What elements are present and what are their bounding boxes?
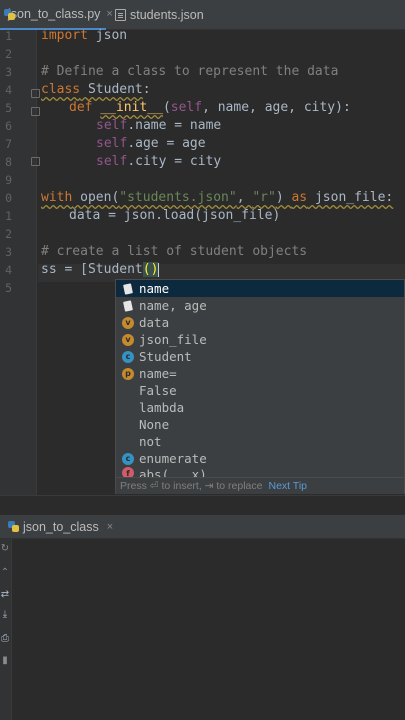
editor-tabs: json_to_class.py × students.json xyxy=(0,0,405,30)
code-line: class Student: xyxy=(41,82,151,97)
rerun-icon[interactable]: ↻ xyxy=(0,543,10,555)
completion-item[interactable]: None xyxy=(116,416,404,433)
class-icon: c xyxy=(122,452,134,465)
line-number: 7 xyxy=(5,137,12,151)
run-tab-label: json_to_class xyxy=(23,519,99,534)
completion-item[interactable]: f abs(...x) xyxy=(116,467,404,477)
line-number: 0 xyxy=(5,191,12,205)
completion-item[interactable]: p name= xyxy=(116,365,404,382)
close-run-tab-icon[interactable]: × xyxy=(107,521,113,533)
trash-icon[interactable]: ▮ xyxy=(0,655,10,667)
run-output-panel: ↻ ⌃ ⇄ ⤓ ⎙ ▮ xyxy=(0,539,405,720)
completion-item[interactable]: v data xyxy=(116,314,404,331)
line-number: 8 xyxy=(5,155,12,169)
code-line: def __init__(self, name, age, city): xyxy=(69,100,351,115)
completion-item[interactable]: name, age xyxy=(116,297,404,314)
run-toolbar: ↻ ⌃ ⇄ ⤓ ⎙ ▮ xyxy=(0,539,12,720)
line-number: 2 xyxy=(5,227,12,241)
completion-item[interactable]: False xyxy=(116,382,404,399)
line-number: 2 xyxy=(5,47,12,61)
completion-item[interactable]: lambda xyxy=(116,399,404,416)
code-line: self.city = city xyxy=(96,154,222,169)
parameter-icon: p xyxy=(122,367,134,380)
line-number: 3 xyxy=(5,245,12,259)
completion-item[interactable]: name xyxy=(116,280,404,297)
tab-label: students.json xyxy=(130,8,204,22)
python-run-icon xyxy=(8,521,19,532)
fold-marker-icon[interactable] xyxy=(31,107,40,116)
line-gutter: 1 2 3 4 5 6 7 8 9 0 1 2 3 4 5 xyxy=(0,29,40,495)
panel-divider[interactable] xyxy=(0,495,405,515)
json-file-icon xyxy=(115,9,126,21)
soft-wrap-icon[interactable]: ⇄ xyxy=(0,589,10,601)
parameter-info-icon xyxy=(122,283,134,295)
code-line: self.age = age xyxy=(96,136,206,151)
line-number: 4 xyxy=(5,263,12,277)
line-number: 6 xyxy=(5,119,12,133)
tab-label: json_to_class.py xyxy=(8,7,101,21)
completion-item[interactable]: not xyxy=(116,433,404,450)
code-line: with open("students.json", "r") as json_… xyxy=(41,190,394,205)
line-number: 1 xyxy=(5,29,12,43)
code-line: import json xyxy=(41,28,128,43)
stop-icon[interactable]: ⌃ xyxy=(0,567,10,579)
function-icon: f xyxy=(122,467,134,477)
run-tab[interactable]: json_to_class × xyxy=(0,515,405,539)
scroll-to-end-icon[interactable]: ⤓ xyxy=(0,609,10,621)
code-comment: # create a list of student objects xyxy=(41,244,308,259)
code-line-active: ss = [Student() xyxy=(41,262,160,277)
code-comment: # Define a class to represent the data xyxy=(41,64,339,79)
fold-marker-icon[interactable] xyxy=(31,89,40,98)
code-line: self.name = name xyxy=(96,118,222,133)
completion-item[interactable]: v json_file xyxy=(116,331,404,348)
line-number: 4 xyxy=(5,83,12,97)
next-tip-link[interactable]: Next Tip xyxy=(268,480,307,492)
completion-footer: Press ⏎ to insert, ⇥ to replace Next Tip xyxy=(116,477,404,494)
line-number: 5 xyxy=(5,281,12,295)
variable-icon: v xyxy=(122,316,134,329)
line-number: 5 xyxy=(5,101,12,115)
tab-students-json[interactable]: students.json xyxy=(112,0,232,30)
text-caret xyxy=(158,262,160,277)
code-line: data = json.load(json_file) xyxy=(69,208,281,223)
tab-json-to-class[interactable]: json_to_class.py × xyxy=(0,0,113,30)
line-number: 1 xyxy=(5,209,12,223)
completion-item[interactable]: c enumerate xyxy=(116,450,404,467)
parameter-info-icon xyxy=(122,300,134,312)
variable-icon: v xyxy=(122,333,134,346)
completion-item[interactable]: c Student xyxy=(116,348,404,365)
line-number: 9 xyxy=(5,173,12,187)
fold-marker-icon[interactable] xyxy=(31,157,40,166)
completion-popup[interactable]: name name, age v data v json_file c Student… xyxy=(115,279,405,494)
line-number: 3 xyxy=(5,65,12,79)
class-icon: c xyxy=(122,350,134,363)
print-icon[interactable]: ⎙ xyxy=(0,633,10,645)
